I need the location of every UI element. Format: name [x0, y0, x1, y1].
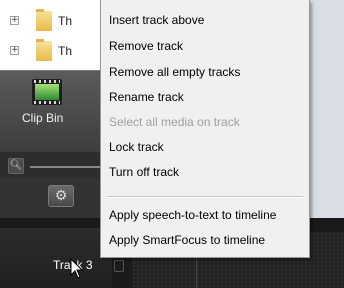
menu-item-apply-speech-to-text[interactable]: Apply speech-to-text to timeline	[101, 204, 309, 226]
menu-item-turn-off-track[interactable]: Turn off track	[101, 161, 309, 183]
magnifier-icon[interactable]: 🔍︎	[8, 158, 24, 174]
expand-icon[interactable]: +	[10, 46, 19, 55]
zoom-toolbar: 🔍︎	[0, 152, 100, 178]
menu-item-lock-track[interactable]: Lock track	[101, 136, 309, 158]
menu-separator	[107, 196, 303, 198]
media-tree: + Th + Th	[0, 0, 100, 70]
clip-bin-label: Clip Bin	[22, 111, 64, 125]
tree-item-label: Th	[58, 44, 73, 58]
canvas-area	[310, 0, 344, 218]
lock-icon[interactable]	[114, 260, 124, 272]
track-context-menu: Insert track above Remove track Remove a…	[100, 0, 310, 258]
menu-item-remove-track[interactable]: Remove track	[101, 35, 309, 57]
tree-item[interactable]: + Th	[0, 39, 100, 63]
clip-bin-tab[interactable]: Clip Bin	[0, 70, 100, 152]
tree-item[interactable]: + Th	[0, 9, 100, 33]
menu-item-insert-track-above[interactable]: Insert track above	[101, 9, 309, 31]
zoom-slider[interactable]	[30, 166, 100, 168]
film-strip-icon	[32, 79, 62, 105]
tree-item-label: Th	[58, 14, 73, 28]
gear-icon[interactable]: ⚙	[48, 185, 74, 207]
menu-item-remove-all-empty-tracks[interactable]: Remove all empty tracks	[101, 61, 309, 83]
folder-icon	[36, 9, 52, 31]
timeline-options-bar: ⚙	[0, 178, 100, 218]
menu-item-apply-smartfocus[interactable]: Apply SmartFocus to timeline	[101, 229, 309, 251]
menu-item-select-all-media-on-track: Select all media on track	[109, 115, 240, 129]
folder-icon	[36, 39, 52, 61]
mouse-cursor-icon	[70, 258, 84, 279]
expand-icon[interactable]: +	[10, 16, 19, 25]
menu-item-rename-track[interactable]: Rename track	[101, 86, 309, 108]
